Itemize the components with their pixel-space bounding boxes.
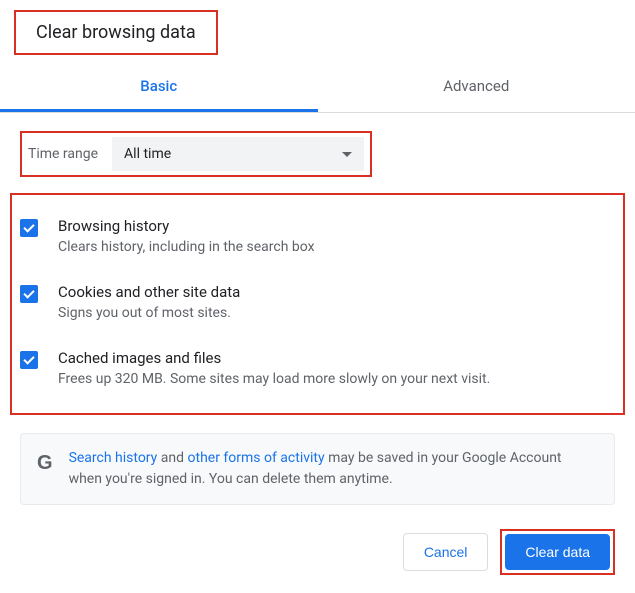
checkbox-cached[interactable] [20, 351, 38, 369]
google-logo-icon: G [37, 452, 53, 475]
option-desc: Clears history, including in the search … [58, 239, 617, 255]
option-title: Browsing history [58, 217, 617, 235]
option-cached: Cached images and files Frees up 320 MB.… [18, 335, 617, 401]
time-range-value: All time [124, 146, 171, 162]
cancel-button[interactable]: Cancel [403, 533, 489, 571]
options-list: Browsing history Clears history, includi… [10, 193, 625, 415]
dialog-title: Clear browsing data [14, 10, 218, 55]
chevron-down-icon [342, 152, 352, 157]
tabs: Basic Advanced [0, 63, 635, 113]
option-desc: Frees up 320 MB. Some sites may load mor… [58, 371, 617, 387]
info-box: G Search history and other forms of acti… [20, 433, 615, 505]
tab-basic[interactable]: Basic [0, 63, 318, 112]
option-browsing-history: Browsing history Clears history, includi… [18, 203, 617, 269]
option-desc: Signs you out of most sites. [58, 305, 617, 321]
clear-button-highlight: Clear data [500, 529, 615, 575]
checkbox-cookies[interactable] [20, 285, 38, 303]
info-text: Search history and other forms of activi… [69, 448, 598, 490]
checkbox-browsing-history[interactable] [20, 219, 38, 237]
option-title: Cached images and files [58, 349, 617, 367]
option-title: Cookies and other site data [58, 283, 617, 301]
clear-data-button[interactable]: Clear data [505, 534, 610, 570]
link-search-history[interactable]: Search history [69, 450, 158, 466]
checkmark-icon [23, 353, 34, 364]
tab-advanced[interactable]: Advanced [318, 63, 635, 112]
link-other-activity[interactable]: other forms of activity [188, 450, 325, 466]
checkmark-icon [23, 221, 34, 232]
checkmark-icon [23, 287, 34, 298]
dialog-buttons: Cancel Clear data [403, 529, 615, 575]
time-range-row: Time range All time [20, 131, 372, 177]
clear-browsing-data-dialog: Clear browsing data Basic Advanced Time … [0, 0, 635, 593]
option-cookies: Cookies and other site data Signs you ou… [18, 269, 617, 335]
time-range-select[interactable]: All time [112, 137, 364, 171]
time-range-label: Time range [28, 146, 98, 162]
